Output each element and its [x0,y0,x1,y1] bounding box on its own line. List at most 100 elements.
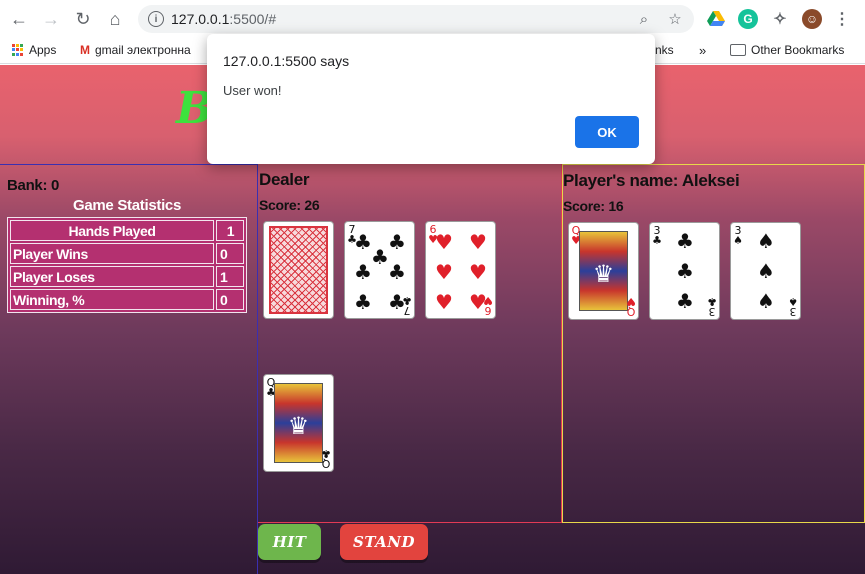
stats-value: 0 [216,243,244,264]
profile-avatar-icon[interactable]: ☺ [802,9,822,29]
bookmark-gmail[interactable]: M gmail электронна [80,43,191,57]
player-score: Score: 16 [563,198,624,214]
url-path: :5500/# [229,11,277,27]
card-rank: 3 [653,224,661,237]
club-pip-icon: ♣ [388,260,406,284]
stand-button[interactable]: STAND [340,524,428,560]
club-pip-icon: ♣ [388,230,406,254]
club-pip-icon: ♣ [676,229,694,253]
queen-crown-icon: ♛ [287,412,310,440]
player-card-3-spades: 3 ♠ ♠ ♠ ♠ 3 ♠ [730,222,801,320]
card-corner: 3 ♣ [652,224,662,247]
stats-label: Hands Played [10,220,214,241]
heart-pip-icon: ♥ [469,260,487,284]
player-card-queen-hearts: Q ♥ ♛ Q ♥ [568,222,639,320]
card-corner: Q ♣ [321,447,331,470]
dealer-panel: Dealer Score: 26 7 ♣ ♣ ♣ ♣ ♣ ♣ ♣ ♣ 7 ♣ 6 ♥ … [258,164,562,523]
stats-value: 1 [216,220,244,241]
card-rank: 3 [708,305,716,318]
bookmark-partial-label: nks [655,43,674,57]
card-rank: Q [626,305,636,318]
spade-pip-icon: ♠ [757,289,775,313]
heart-pip-icon: ♥ [435,260,453,284]
dealer-card-back [263,221,334,319]
card-back-pattern [269,226,328,314]
google-drive-icon[interactable] [706,9,726,29]
card-corner: 3 ♠ [788,295,798,318]
queen-face-illustration: ♛ [274,383,323,463]
address-bar[interactable]: i 127.0.0.1:5500/# ⌕ ☆ [138,5,694,33]
site-info-icon[interactable]: i [148,11,164,27]
card-rank: 7 [403,304,411,317]
heart-pip-icon: ♥ [435,290,453,314]
spade-pip-icon: ♠ [757,229,775,253]
bookmarks-overflow-button[interactable]: » [699,43,706,58]
alert-dialog: 127.0.0.1:5500 says User won! OK [207,34,655,164]
stats-label: Player Loses [10,266,214,287]
dealer-card-queen-clubs: Q ♣ ♛ Q ♣ [263,374,334,472]
alert-message: User won! [223,83,282,98]
queen-face-illustration: ♛ [579,231,628,311]
stats-table: Hands Played 1 Player Wins 0 Player Lose… [7,217,247,313]
heart-pip-icon: ♥ [435,230,453,254]
card-corner: 3 ♠ [733,224,743,247]
alert-title: 127.0.0.1:5500 says [223,53,350,69]
stats-title: Game Statistics [72,197,182,214]
stats-row: Hands Played 1 [10,220,244,241]
grammarly-icon[interactable]: G [738,9,758,29]
dealer-card-6-hearts: 6 ♥ ♥ ♥ ♥ ♥ ♥ ♥ 6 ♥ [425,221,496,319]
card-rank: Q [321,457,331,470]
card-corner: 6 ♥ [483,294,493,317]
menu-kebab-icon[interactable]: ⋮ [832,9,852,29]
folder-icon [730,44,746,56]
queen-crown-icon: ♛ [592,260,615,288]
extensions-puzzle-icon[interactable]: ✧ [770,9,790,29]
zoom-icon[interactable]: ⌕ [635,10,653,28]
stats-row: Player Wins 0 [10,243,244,264]
bookmark-apps-label: Apps [29,43,57,57]
url-host: 127.0.0.1 [171,11,230,27]
gmail-icon: M [80,43,90,57]
card-rank: 3 [734,224,742,237]
card-corner: 3 ♣ [707,295,717,318]
forward-arrow-icon[interactable]: → [41,9,61,29]
bookmark-other-label: Other Bookmarks [751,43,845,57]
alert-ok-button[interactable]: OK [575,116,639,148]
heart-pip-icon: ♥ [469,230,487,254]
club-pip-icon: ♣ [676,259,694,283]
back-arrow-icon[interactable]: ← [9,9,29,29]
player-card-3-clubs: 3 ♣ ♣ ♣ ♣ 3 ♣ [649,222,720,320]
player-title: Player's name: Aleksei [563,171,740,190]
spade-pip-icon: ♠ [757,259,775,283]
browser-toolbar: ← → ↻ ⌂ i 127.0.0.1:5500/# ⌕ ☆ G ✧ ☺ ⋮ [0,0,865,38]
dealer-score: Score: 26 [259,197,320,213]
card-corner: 7 ♣ [402,294,412,317]
home-icon[interactable]: ⌂ [105,9,125,29]
url-text: 127.0.0.1:5500/# [171,11,276,27]
club-pip-icon: ♣ [354,260,372,284]
hit-button[interactable]: HIT [258,524,321,560]
overflow-chevron-icon: » [699,43,707,58]
bookmark-other[interactable]: Other Bookmarks [730,43,844,57]
club-pip-icon: ♣ [676,289,694,313]
apps-grid-icon [12,44,24,56]
bookmark-gmail-label: gmail электронна [95,43,191,57]
card-rank: 6 [484,304,492,317]
stats-value: 1 [216,266,244,287]
statistics-panel: Bank: 0 Game Statistics Hands Played 1 P… [0,164,258,574]
stats-label: Player Wins [10,243,214,264]
stats-row: Player Loses 1 [10,266,244,287]
card-rank: 3 [789,305,797,318]
dealer-card-7-clubs: 7 ♣ ♣ ♣ ♣ ♣ ♣ ♣ ♣ 7 ♣ [344,221,415,319]
stats-row: Winning, % 0 [10,289,244,310]
bookmark-partial[interactable]: nks [655,43,674,57]
bookmark-star-icon[interactable]: ☆ [666,10,684,28]
bank-label: Bank: 0 [7,177,60,194]
stats-value: 0 [216,289,244,310]
club-pip-icon: ♣ [354,290,372,314]
card-corner: Q ♥ [626,295,636,318]
dealer-title: Dealer [259,170,310,189]
player-panel: Player's name: Aleksei Score: 16 Q ♥ ♛ Q ♥… [562,164,865,523]
reload-icon[interactable]: ↻ [73,9,93,29]
bookmark-apps[interactable]: Apps [12,43,56,57]
